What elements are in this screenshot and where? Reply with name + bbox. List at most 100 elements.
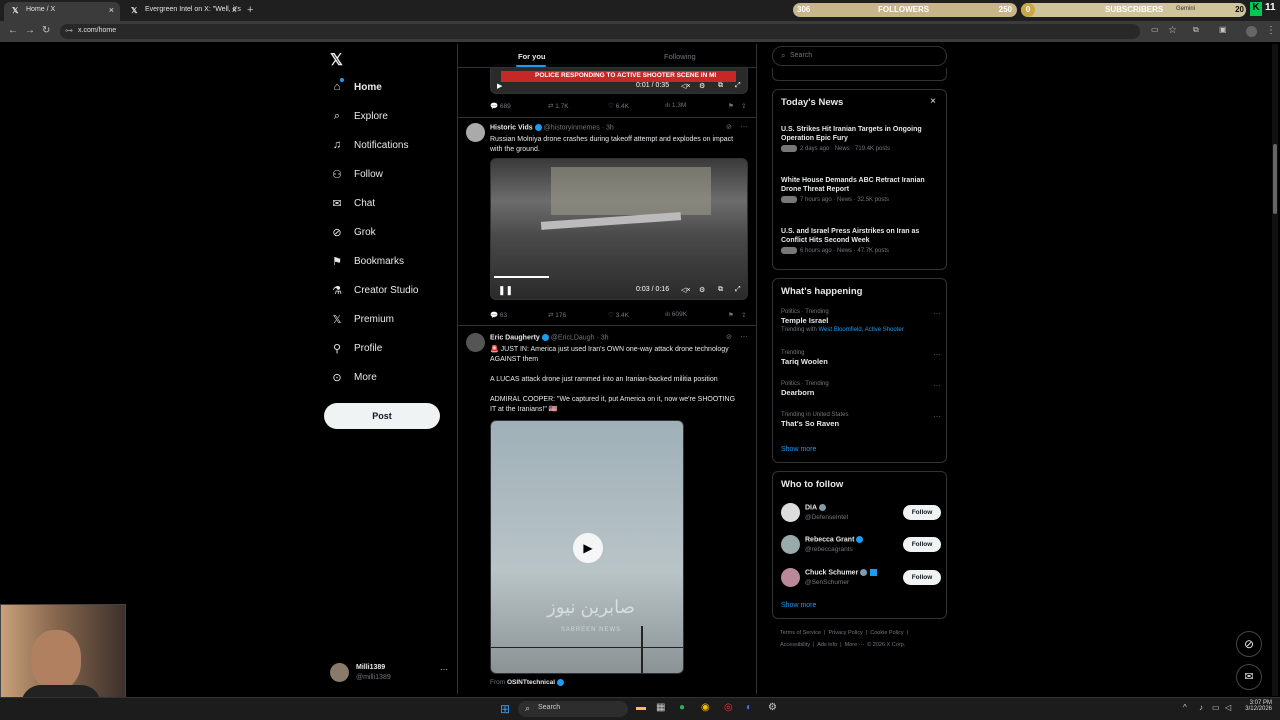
spotify-icon[interactable]: ● — [679, 702, 685, 713]
video-player[interactable]: ▶ صابرين نيوز SABREEN NEWS — [490, 420, 684, 674]
grok-icon[interactable]: ⊘ — [726, 333, 732, 341]
volume-icon[interactable]: ◁× — [681, 286, 690, 294]
nav-more[interactable]: ⊙ More — [330, 366, 376, 388]
windows-start-icon[interactable]: ⊞ — [500, 702, 510, 716]
more-dots-icon[interactable]: ··· — [933, 381, 941, 390]
follow-button[interactable]: Follow — [903, 505, 941, 520]
more-dots-icon[interactable]: ··· — [933, 309, 941, 318]
more-dots-icon[interactable]: ··· — [933, 412, 941, 421]
site-info-icon[interactable]: ⊶ — [65, 26, 73, 35]
play-button[interactable]: ▶ — [573, 533, 603, 563]
close-icon[interactable]: × — [109, 5, 114, 15]
star-icon[interactable]: ☆ — [1168, 25, 1177, 36]
show-more-link[interactable]: Show more — [781, 446, 816, 453]
trend-related-links[interactable]: West Bloomfield, Active Shooter — [818, 327, 903, 333]
settings-icon[interactable]: ⚙ — [768, 702, 777, 713]
author-name[interactable]: Historic Vids — [490, 124, 533, 131]
tab-following[interactable]: Following — [664, 52, 696, 61]
messages-floating-button[interactable]: ✉ — [1236, 664, 1262, 690]
reply-button[interactable]: 💬 63 — [490, 311, 507, 319]
reply-button[interactable]: 💬 689 — [490, 102, 511, 110]
more-dots-icon[interactable]: ··· — [740, 122, 748, 131]
settings-icon[interactable]: ⚙ — [699, 82, 705, 90]
trend-item[interactable]: Politics · Trending Temple Israel Trendi… — [781, 309, 941, 333]
more-dots-icon[interactable]: ··· — [933, 350, 941, 359]
clock[interactable]: 3:07 PM 3/12/2026 — [1242, 700, 1272, 712]
views-button[interactable]: ılı 1.3M — [665, 102, 686, 109]
nav-chat[interactable]: ✉ Chat — [330, 192, 375, 214]
nav-follow[interactable]: ⚇ Follow — [330, 163, 383, 185]
nav-premium[interactable]: 𝕏 Premium — [330, 308, 394, 330]
scrollbar-thumb[interactable] — [1273, 144, 1277, 214]
taskbar-search[interactable]: ⌕ Search — [518, 701, 628, 717]
settings-icon[interactable]: ⚙ — [699, 286, 705, 294]
network-icon[interactable]: ▭ — [1212, 703, 1220, 712]
nav-profile[interactable]: ⚲ Profile — [330, 337, 382, 359]
file-explorer-icon[interactable]: ▬ — [636, 702, 646, 713]
video-player[interactable]: POLICE RESPONDING TO ACTIVE SHOOTER SCEN… — [490, 64, 748, 94]
from-account-link[interactable]: OSINTtechnical — [507, 679, 555, 686]
nav-notifications[interactable]: ♫ Notifications — [330, 134, 409, 156]
repost-button[interactable]: ⇄ 1.7K — [548, 102, 569, 110]
back-icon[interactable]: ← — [8, 25, 18, 36]
nav-creator-studio[interactable]: ⚗ Creator Studio — [330, 279, 418, 301]
grok-floating-button[interactable]: ⊘ — [1236, 631, 1262, 657]
app-icon[interactable]: ◎ — [724, 702, 733, 713]
grok-icon[interactable]: ⊘ — [726, 123, 732, 131]
more-dots-icon[interactable]: ··· — [740, 332, 748, 341]
follow-button[interactable]: Follow — [903, 537, 941, 552]
author-name[interactable]: Eric Daugherty — [490, 334, 540, 341]
tweet-eric-daugherty[interactable]: Eric Daugherty @EricLDaugh · 3h ⊘ ··· 🚨 J… — [458, 327, 756, 694]
new-tab-button[interactable]: + — [247, 4, 253, 16]
nav-grok[interactable]: ⊘ Grok — [330, 221, 375, 243]
trend-item[interactable]: Trending in United States That's So Rave… — [781, 412, 941, 428]
sidebar-icon[interactable]: ▣ — [1219, 25, 1227, 34]
play-icon[interactable]: ▶ — [497, 82, 502, 90]
reload-icon[interactable]: ↻ — [42, 25, 50, 36]
post-button[interactable]: Post — [324, 403, 440, 429]
avatar[interactable] — [466, 333, 485, 352]
nav-explore[interactable]: ⌕ Explore — [330, 105, 388, 127]
chrome-icon[interactable]: ◉ — [701, 702, 710, 713]
follow-suggestion[interactable]: Rebecca Grant @rebeccagrants Follow — [781, 534, 941, 556]
fullscreen-icon[interactable]: ⤢ — [735, 82, 741, 90]
follow-button[interactable]: Follow — [903, 570, 941, 585]
news-item[interactable]: U.S. and Israel Press Airstrikes on Iran… — [781, 227, 941, 254]
close-icon[interactable]: × — [232, 5, 237, 15]
mic-icon[interactable]: ♪ — [1199, 703, 1203, 712]
bookmark-icon[interactable]: ⚑ — [728, 311, 734, 319]
bookmark-icon[interactable]: ⚑ — [728, 102, 734, 110]
follow-suggestion[interactable]: DIA @DefenseIntel Follow — [781, 502, 941, 524]
repost-button[interactable]: ⇄ 176 — [548, 311, 566, 319]
like-button[interactable]: ♡ 3.4K — [608, 311, 629, 319]
tray-chevron-icon[interactable]: ^ — [1183, 703, 1187, 712]
views-button[interactable]: ılı 609K — [665, 311, 687, 318]
tab-for-you[interactable]: For you — [518, 52, 546, 61]
volume-icon[interactable]: ◁× — [681, 82, 690, 90]
tab-home[interactable]: 𝕏 Home / X × — [4, 2, 120, 21]
forward-icon[interactable]: → — [25, 25, 35, 36]
trend-item[interactable]: Politics · Trending Dearborn ··· — [781, 381, 941, 397]
x-logo-icon[interactable]: 𝕏 — [330, 50, 343, 70]
footer-links[interactable]: Accessibility | Ads info | More ··· © 20… — [780, 642, 905, 648]
like-button[interactable]: ♡ 6.4K — [608, 102, 629, 110]
pip-icon[interactable]: ⧉ — [718, 286, 723, 294]
extensions-icon[interactable]: ⧉ — [1193, 25, 1199, 35]
news-item[interactable]: White House Demands ABC Retract Iranian … — [781, 176, 941, 203]
video-player[interactable]: ❚❚ 0:03 / 0:16 ◁× ⚙ ⧉ ⤢ — [490, 158, 748, 300]
store-icon[interactable]: ▦ — [656, 702, 665, 713]
share-icon[interactable]: ⇪ — [741, 311, 746, 319]
more-dots-icon[interactable]: ··· — [440, 665, 448, 674]
pip-icon[interactable]: ⧉ — [718, 82, 723, 90]
close-icon[interactable]: × — [930, 96, 936, 107]
fullscreen-icon[interactable]: ⤢ — [735, 286, 741, 294]
trend-item[interactable]: Trending Tariq Woolen ··· — [781, 350, 941, 366]
account-switcher[interactable]: Milli1389 @milli1389 ··· — [330, 661, 450, 687]
search-input[interactable]: ⌕ Search — [772, 46, 947, 66]
tweet-historic-vids[interactable]: Historic Vids @historyinmemes · 3h ⊘ ··· … — [458, 118, 756, 326]
volume-icon[interactable]: ◁ — [1225, 703, 1231, 712]
tab-evergreen[interactable]: 𝕏 Evergreen Intel on X: "Well, it's × — [123, 2, 243, 21]
nav-bookmarks[interactable]: ⚑ Bookmarks — [330, 250, 404, 272]
footer-links[interactable]: Terms of Service | Privacy Policy | Cook… — [780, 630, 908, 636]
avatar[interactable] — [466, 123, 485, 142]
